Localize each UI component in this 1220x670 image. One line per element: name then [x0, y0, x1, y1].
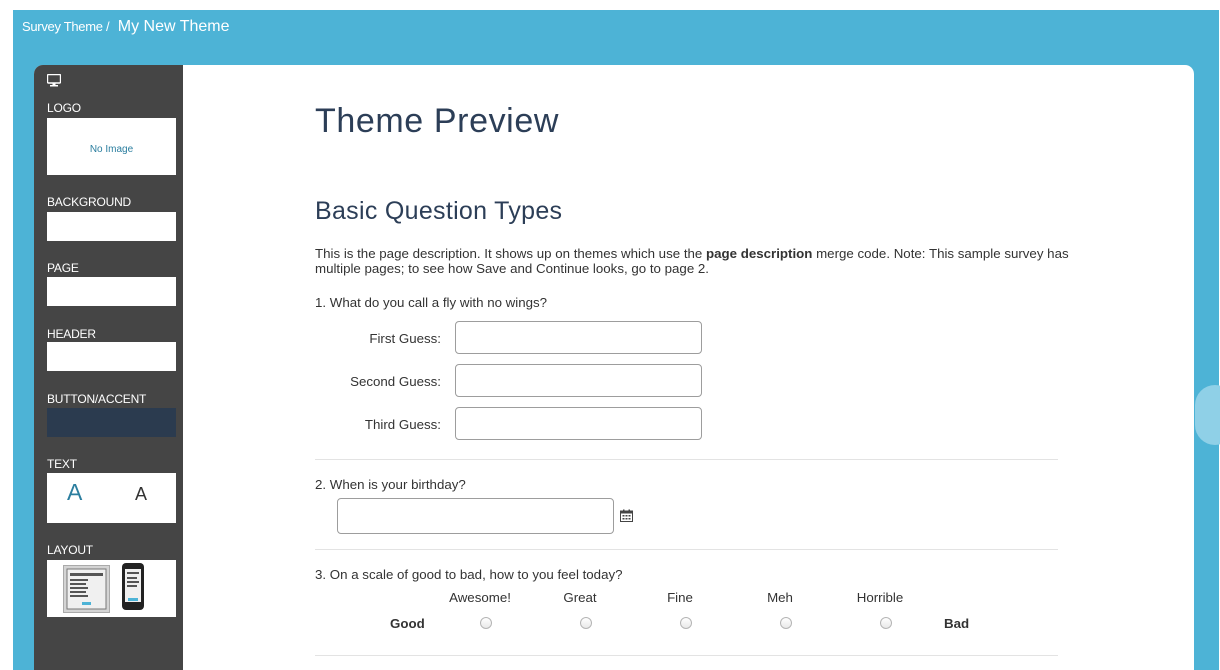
- third-guess-input[interactable]: [455, 407, 702, 440]
- divider: [315, 655, 1058, 656]
- background-color-swatch[interactable]: [47, 212, 176, 241]
- text-large-sample: A: [67, 479, 83, 505]
- page-color-swatch[interactable]: [47, 277, 176, 306]
- calendar-icon[interactable]: [620, 509, 633, 527]
- option-fine-label: Fine: [667, 590, 693, 605]
- mobile-layout-icon[interactable]: [122, 563, 144, 610]
- breadcrumb-survey-theme[interactable]: Survey Theme /: [22, 19, 110, 34]
- first-guess-label: First Guess:: [369, 331, 441, 346]
- desktop-monitor-icon[interactable]: [46, 73, 62, 92]
- radio-fine[interactable]: [680, 617, 692, 629]
- background-label: BACKGROUND: [47, 195, 132, 209]
- layout-swatch[interactable]: [47, 560, 176, 617]
- radio-awesome[interactable]: [480, 617, 492, 629]
- option-meh-label: Meh: [767, 590, 793, 605]
- scale-good-label: Good: [390, 616, 425, 631]
- radio-meh[interactable]: [780, 617, 792, 629]
- radio-great[interactable]: [580, 617, 592, 629]
- no-image-text: No Image: [89, 144, 134, 155]
- birthday-input[interactable]: [337, 498, 614, 534]
- desc-bold: page description: [706, 246, 813, 261]
- page-title: My New Theme: [117, 18, 230, 35]
- radio-horrible[interactable]: [880, 617, 892, 629]
- desktop-layout-icon[interactable]: [63, 565, 110, 613]
- desc-text-1: This is the page description. It shows u…: [315, 246, 706, 261]
- text-label: TEXT: [47, 457, 77, 471]
- scale-bad-label: Bad: [944, 616, 970, 631]
- breadcrumb: Survey Theme / My New Theme: [22, 18, 230, 36]
- header-label: HEADER: [47, 327, 96, 341]
- button-accent-color-swatch[interactable]: [47, 408, 176, 437]
- button-accent-label: BUTTON/ACCENT: [47, 392, 147, 406]
- divider: [315, 549, 1058, 550]
- background-decoration: [1195, 385, 1220, 445]
- divider: [315, 459, 1058, 460]
- theme-sidebar: LOGO No Image BACKGROUND PAGE HEADER BUT…: [34, 65, 183, 670]
- preview-title: Theme Preview: [315, 102, 559, 140]
- option-awesome-label: Awesome!: [449, 590, 511, 605]
- option-horrible-label: Horrible: [856, 590, 904, 605]
- text-font-swatch[interactable]: A A: [47, 473, 176, 523]
- text-small-sample: A: [135, 484, 148, 504]
- editor-panel: LOGO No Image BACKGROUND PAGE HEADER BUT…: [34, 65, 1194, 670]
- question-1: 1. What do you call a fly with no wings?: [315, 295, 548, 310]
- page-label: PAGE: [47, 261, 79, 275]
- logo-swatch[interactable]: No Image: [47, 118, 176, 175]
- layout-label: LAYOUT: [47, 543, 93, 557]
- header-color-swatch[interactable]: [47, 342, 176, 371]
- third-guess-label: Third Guess:: [364, 417, 441, 432]
- second-guess-label: Second Guess:: [350, 374, 441, 389]
- question-3: 3. On a scale of good to bad, how to you…: [315, 567, 623, 582]
- logo-label: LOGO: [47, 101, 81, 115]
- first-guess-input[interactable]: [455, 321, 702, 354]
- second-guess-input[interactable]: [455, 364, 702, 397]
- option-great-label: Great: [563, 590, 597, 605]
- page-description: This is the page description. It shows u…: [315, 246, 1075, 276]
- preview-subtitle: Basic Question Types: [315, 197, 563, 225]
- question-2: 2. When is your birthday?: [315, 477, 466, 492]
